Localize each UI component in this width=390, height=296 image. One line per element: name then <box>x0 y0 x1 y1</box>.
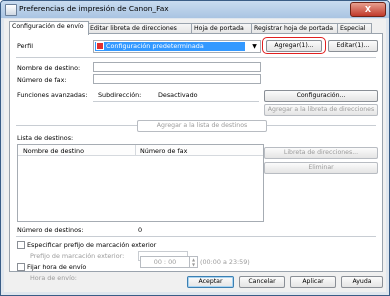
close-button[interactable]: X <box>350 2 386 17</box>
col-dest-name[interactable]: Nombre de destino <box>23 147 84 155</box>
send-time-label: Hora de envío: <box>30 274 77 282</box>
destinations-label: Lista de destinos: <box>17 134 74 142</box>
config-button[interactable]: Configuración... <box>264 90 378 102</box>
title-bar: Preferencias de impresión de Canon_Fax X <box>1 1 389 18</box>
edit-profile-button[interactable]: Editar(1)... <box>328 40 378 52</box>
dest-name-label: Nombre de destino: <box>17 64 81 72</box>
column-divider <box>135 145 136 155</box>
printer-icon <box>5 4 17 16</box>
add-to-list-button[interactable]: Agregar a la lista de destinos <box>137 120 267 132</box>
delete-button[interactable]: Eliminar <box>264 162 378 174</box>
subaddress-label: Subdirección: <box>98 91 142 99</box>
chevron-down-icon[interactable]: ▼ <box>250 42 259 51</box>
send-time-field[interactable]: 00 : 00 <box>140 256 190 268</box>
send-time-checkbox[interactable] <box>17 263 25 271</box>
tab-configuracion-envio[interactable]: Configuración de envío <box>9 21 89 35</box>
profile-selected: Configuración predeterminada <box>95 42 245 51</box>
fax-label: Número de fax: <box>17 76 67 84</box>
dialog-window: Preferencias de impresión de Canon_Fax X… <box>0 0 390 296</box>
divider <box>93 101 259 102</box>
window-title: Preferencias de impresión de Canon_Fax <box>19 4 169 13</box>
dest-name-field[interactable] <box>93 62 261 72</box>
dialog-client: Configuración de envío Editar libreta de… <box>4 19 386 292</box>
subaddress-value: Desactivado <box>158 91 198 99</box>
send-time-check-label: Fijar hora de envío <box>27 263 87 271</box>
list-header: Nombre de destino Número de fax <box>18 145 263 156</box>
prefix-check-label: Especificar prefijo de marcación exterio… <box>27 241 157 249</box>
add-to-addressbook-button[interactable]: Agregar a la libreta de direcciones <box>264 104 378 116</box>
divider <box>16 57 376 58</box>
cancel-button[interactable]: Cancelar <box>239 276 285 288</box>
add-profile-button[interactable]: Agregar(1)... <box>266 40 322 52</box>
spinner-arrows-icon[interactable]: ▲ ▼ <box>189 256 198 268</box>
profile-icon <box>96 42 104 50</box>
col-fax-number[interactable]: Número de fax <box>140 147 187 155</box>
fax-field[interactable] <box>93 74 261 84</box>
dest-count-value: 0 <box>138 226 143 234</box>
prefix-label: Prefijo de marcación exterior: <box>30 252 125 260</box>
dest-count-label: Número de destinos: <box>17 226 84 234</box>
addressbook-button[interactable]: Libreta de direcciones... <box>264 147 378 159</box>
divider <box>16 236 376 237</box>
send-time-range: (00:00 a 23:59) <box>200 258 250 266</box>
prefix-checkbox[interactable] <box>17 241 25 249</box>
tab-panel: Perfil Configuración predeterminada ▼ Ag… <box>9 33 383 282</box>
advanced-label: Funciones avanzadas: <box>17 91 88 99</box>
ok-button[interactable]: Aceptar <box>187 276 234 288</box>
apply-button[interactable]: Aplicar <box>290 276 336 288</box>
destinations-list[interactable]: Nombre de destino Número de fax <box>17 144 264 222</box>
help-button[interactable]: Ayuda <box>341 276 383 288</box>
profile-select[interactable]: Configuración predeterminada ▼ <box>93 40 261 53</box>
profile-selected-text: Configuración predeterminada <box>106 42 204 50</box>
profile-label: Perfil <box>17 42 33 50</box>
